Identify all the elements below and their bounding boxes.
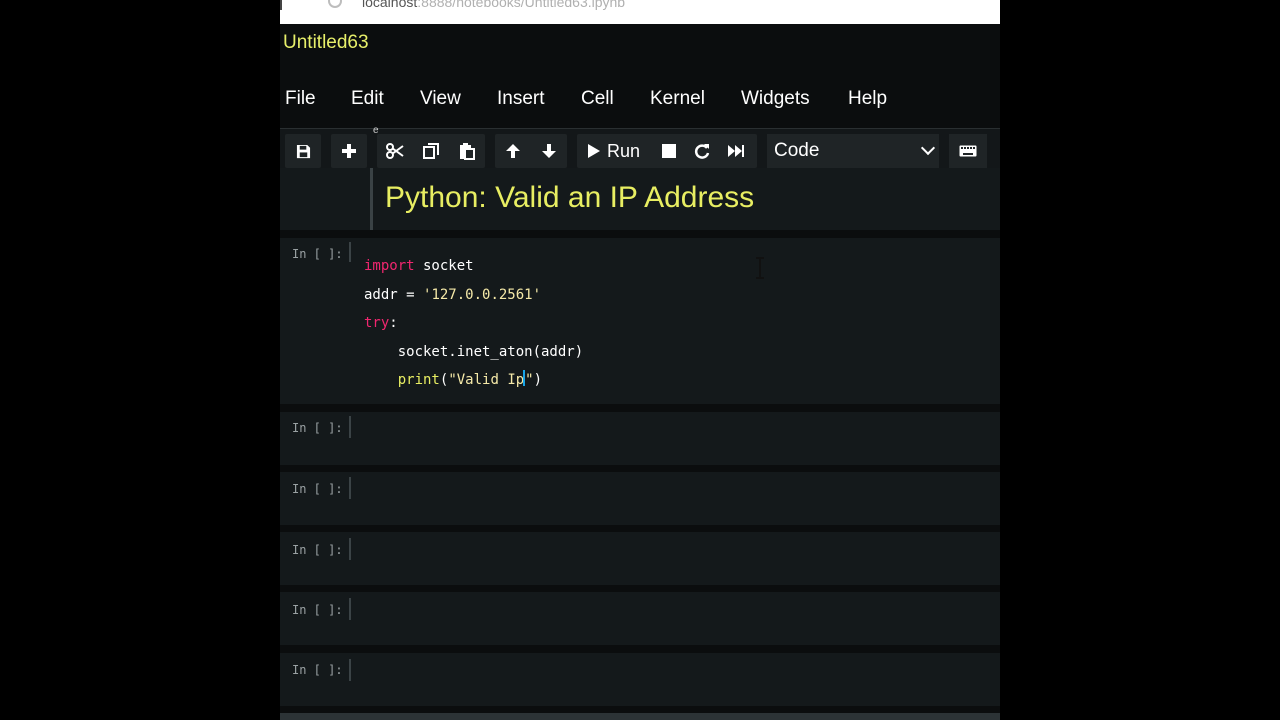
paste-button[interactable] [449, 134, 485, 168]
restart-icon [694, 144, 710, 159]
insert-group [331, 134, 367, 168]
cell-divider [349, 416, 351, 438]
arrow-down-icon [542, 144, 556, 158]
code-keyword: try [364, 315, 390, 332]
url-text[interactable]: localhost:8888/notebooks/Untitled63.ipyn… [362, 0, 625, 10]
cell-divider [349, 477, 351, 499]
menu-kernel[interactable]: Kernel [650, 86, 705, 112]
clipboard-group [377, 134, 485, 168]
code-paren: ) [533, 372, 543, 389]
code-editor[interactable]: import socket addr = '127.0.0.2561' try:… [364, 252, 583, 395]
run-button[interactable]: Run [587, 134, 640, 168]
notebook-title[interactable]: Untitled63 [283, 32, 369, 54]
code-line: print("Valid Ip") [364, 370, 543, 389]
toolbar: e Run Code [280, 125, 1000, 169]
move-down-button[interactable] [531, 134, 567, 168]
cell-prompt: In [ ]: [292, 482, 343, 496]
code-cell[interactable]: In [ ]: [280, 653, 1000, 706]
code-text: socket [414, 258, 474, 274]
info-icon[interactable] [328, 0, 342, 8]
url-host: localhost [362, 0, 418, 10]
stop-icon [662, 144, 676, 158]
notebook-window: localhost:8888/notebooks/Untitled63.ipyn… [280, 0, 1000, 720]
mouse-ibeam-cursor [756, 257, 764, 279]
paste-icon [460, 142, 475, 160]
code-text: : [389, 315, 398, 332]
browser-address-bar[interactable]: localhost:8888/notebooks/Untitled63.ipyn… [280, 0, 1000, 24]
interrupt-button[interactable] [651, 134, 687, 168]
horizontal-scrollbar[interactable] [280, 713, 1000, 720]
menu-insert[interactable]: Insert [497, 86, 545, 112]
play-icon [588, 144, 600, 158]
arrow-up-icon [506, 144, 520, 158]
code-line: socket.inet_aton(addr) [364, 344, 583, 360]
code-text: socket.inet_aton(addr) [397, 343, 584, 360]
keyboard-icon [959, 145, 977, 157]
cell-type-select[interactable]: Code [767, 134, 939, 168]
save-button[interactable] [285, 134, 321, 168]
fast-forward-icon [728, 145, 744, 157]
code-line: try: [364, 315, 398, 331]
run-label: Run [607, 140, 641, 161]
cell-prompt: In [ ]: [292, 603, 343, 617]
menu-help[interactable]: Help [848, 86, 887, 112]
command-palette-button[interactable] [949, 134, 987, 168]
copy-icon [423, 143, 439, 159]
code-cell[interactable]: In [ ]: [280, 412, 1000, 465]
code-keyword: import [364, 258, 415, 274]
code-cell[interactable]: In [ ]: import socket addr = '127.0.0.25… [280, 238, 1000, 404]
copy-button[interactable] [413, 134, 449, 168]
cell-prompt: In [ ]: [292, 663, 343, 677]
menu-edit[interactable]: Edit [351, 86, 384, 112]
cell-divider [349, 659, 351, 681]
tab-edge [280, 0, 286, 10]
move-group [495, 134, 567, 168]
code-cell[interactable]: In [ ]: [280, 532, 1000, 585]
cell-type-value: Code [774, 140, 820, 161]
url-path: :8888/notebooks/Untitled63.ipynb [417, 0, 626, 10]
run-group: Run [577, 134, 757, 168]
cell-divider [349, 242, 351, 262]
markdown-heading: Python: Valid an IP Address [385, 181, 755, 214]
cell-divider [370, 168, 373, 230]
code-cell[interactable]: In [ ]: [280, 472, 1000, 525]
run-all-button[interactable] [718, 134, 754, 168]
cut-button[interactable] [377, 134, 413, 168]
restart-button[interactable] [684, 134, 720, 168]
cell-divider [349, 538, 351, 560]
cell-prompt: In [ ]: [292, 543, 343, 557]
markdown-cell[interactable]: Python: Valid an IP Address [280, 168, 1000, 230]
code-string: "Valid Ip [448, 372, 525, 389]
code-line: addr = '127.0.0.2561' [364, 287, 541, 303]
save-icon [296, 144, 310, 158]
code-string: '127.0.0.2561' [423, 286, 542, 303]
menu-cell[interactable]: Cell [581, 86, 614, 112]
menu-view[interactable]: View [420, 86, 461, 112]
insert-cell-button[interactable] [331, 134, 367, 168]
code-cell[interactable]: In [ ]: [280, 592, 1000, 645]
cut-icon [386, 143, 404, 159]
menu-widgets[interactable]: Widgets [741, 86, 810, 112]
code-function: print [397, 372, 440, 389]
code-string-end: " [525, 372, 534, 389]
cell-prompt: In [ ]: [292, 247, 343, 261]
menu-file[interactable]: File [285, 86, 316, 112]
code-line: import socket [364, 258, 474, 274]
notebook-header: Untitled63 File Edit View Insert Cell Ke… [280, 24, 1000, 128]
save-group [285, 134, 321, 168]
plus-icon [342, 144, 356, 158]
cell-prompt: In [ ]: [292, 421, 343, 435]
chevron-down-icon [920, 140, 936, 156]
move-up-button[interactable] [495, 134, 531, 168]
cell-divider [349, 598, 351, 620]
code-text: addr = [364, 286, 424, 303]
